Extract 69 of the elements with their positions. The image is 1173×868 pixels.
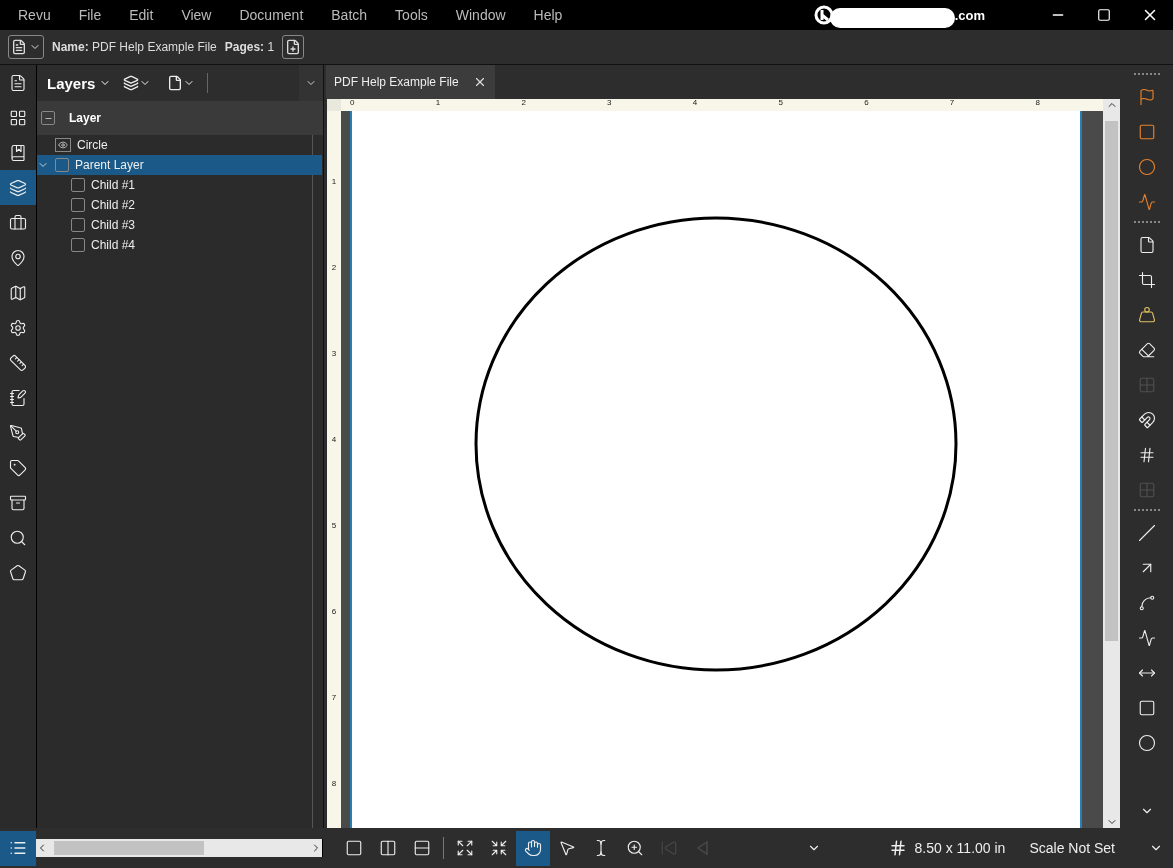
ruler-number: 3 xyxy=(607,99,613,109)
ruler-number: 2 xyxy=(521,99,527,109)
ruler-number: 6 xyxy=(864,99,870,109)
ruler-number: 7 xyxy=(331,693,337,704)
scale-status: Scale Not Set xyxy=(1029,840,1115,856)
ruler-number: 7 xyxy=(949,99,956,109)
document-tab[interactable]: PDF Help Example File xyxy=(326,65,495,99)
layer-checkbox[interactable] xyxy=(55,158,69,172)
list-icon[interactable] xyxy=(0,830,36,866)
account-domain: .com xyxy=(954,7,985,23)
panel-title-dropdown[interactable]: Layers xyxy=(47,74,112,92)
page-icon[interactable] xyxy=(167,75,184,91)
ruler-number: 6 xyxy=(331,607,337,618)
ruler-number: 5 xyxy=(778,99,784,109)
ruler-number: 1 xyxy=(435,99,442,109)
menu-item[interactable]: Batch xyxy=(321,7,378,23)
menu-item[interactable]: Document xyxy=(229,7,314,23)
document-icon xyxy=(11,39,27,55)
scrollbar-thumb[interactable] xyxy=(54,841,204,855)
ruler-number: 3 xyxy=(331,349,337,360)
layer-name: Circle xyxy=(77,138,108,152)
layers-icon[interactable] xyxy=(0,170,36,205)
ruler-number: 8 xyxy=(331,779,337,790)
horizontal-scrollbar[interactable] xyxy=(36,839,323,857)
page-count: Pages: 1 xyxy=(224,40,275,54)
add-page-button[interactable] xyxy=(282,35,305,59)
ruler-number: 2 xyxy=(331,263,337,274)
layer-row[interactable]: Child #4 xyxy=(37,235,322,255)
hand-icon[interactable] xyxy=(516,830,550,866)
vertical-scrollbar[interactable] xyxy=(1103,99,1120,828)
maximize-icon[interactable] xyxy=(1097,8,1111,22)
add-page-icon xyxy=(285,39,302,55)
ruler-number: 4 xyxy=(692,99,699,109)
layer-name: Parent Layer xyxy=(75,158,144,172)
layer-name: Child #1 xyxy=(91,178,136,192)
logo-icon xyxy=(813,5,834,25)
layer-name: Child #3 xyxy=(91,218,136,232)
page-size: 8.50 x 11.00 in xyxy=(914,840,1006,856)
layer-name: Child #4 xyxy=(91,238,136,252)
layers-icon[interactable] xyxy=(123,75,140,91)
menu-item[interactable]: Window xyxy=(445,7,516,23)
scrollbar-thumb[interactable] xyxy=(1105,121,1118,641)
layer-row[interactable]: Parent Layer xyxy=(37,155,322,175)
column-header: Layer xyxy=(69,111,102,125)
ruler-number: 4 xyxy=(331,435,337,446)
visibility-icon[interactable] xyxy=(55,138,71,152)
layer-name: Child #2 xyxy=(91,198,136,212)
document-name: Name: PDF Help Example File xyxy=(52,40,217,54)
collapse-all-icon[interactable] xyxy=(41,111,55,125)
layer-checkbox[interactable] xyxy=(71,198,85,212)
ruler-corner xyxy=(327,99,341,111)
menu-item[interactable]: View xyxy=(171,7,222,23)
layer-row[interactable]: Child #1 xyxy=(37,175,322,195)
layer-row[interactable]: Circle xyxy=(37,135,322,155)
layer-row[interactable]: Child #2 xyxy=(37,195,322,215)
ruler-number: 0 xyxy=(350,99,356,109)
ruler-number: 1 xyxy=(331,177,337,188)
menu-item[interactable]: Edit xyxy=(119,7,164,23)
layer-row[interactable]: Child #3 xyxy=(37,215,322,235)
ruler-number: 8 xyxy=(1035,99,1041,109)
menu-item[interactable]: File xyxy=(68,7,112,23)
menu-item[interactable]: Help xyxy=(523,7,573,23)
menu-item[interactable]: Tools xyxy=(385,7,438,23)
layer-checkbox[interactable] xyxy=(71,238,85,252)
layer-checkbox[interactable] xyxy=(71,218,85,232)
ruler-number: 5 xyxy=(331,521,337,532)
menu-item[interactable]: Revu xyxy=(8,7,61,23)
layer-checkbox[interactable] xyxy=(71,178,85,192)
document-menu-button[interactable] xyxy=(8,35,44,59)
